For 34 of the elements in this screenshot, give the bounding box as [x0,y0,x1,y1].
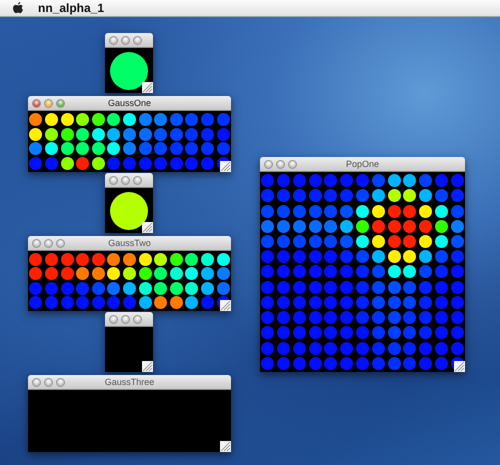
close-button[interactable] [109,314,118,324]
resize-grip-icon[interactable] [454,361,465,372]
minimize-button[interactable] [44,238,53,248]
apple-logo-icon[interactable] [12,1,24,15]
minimize-button[interactable] [44,98,53,108]
minimize-button[interactable] [121,36,130,44]
close-button[interactable] [32,98,41,108]
window-title: PopOne [346,159,380,169]
resize-grip-icon[interactable] [142,222,153,233]
close-button[interactable] [32,378,41,386]
app-name-menu[interactable]: nn_alpha_1 [38,1,104,15]
close-button[interactable] [109,36,118,44]
resize-grip-icon[interactable] [142,82,153,93]
minimize-button[interactable] [44,378,53,386]
window-title: GaussOne [108,98,152,108]
resize-grip-icon[interactable] [220,161,231,172]
close-button[interactable] [32,238,41,248]
zoom-button[interactable] [288,160,297,168]
window-title: GaussThree [104,377,154,387]
zoom-button[interactable] [133,314,142,324]
zoom-button[interactable] [133,36,142,44]
close-button[interactable] [109,176,118,184]
window-title: GaussTwo [108,238,151,248]
zoom-button[interactable] [56,378,65,386]
zoom-button[interactable] [56,98,65,108]
zoom-button[interactable] [56,238,65,248]
close-button[interactable] [264,160,273,168]
minimize-button[interactable] [121,176,130,184]
resize-grip-icon[interactable] [220,300,231,311]
zoom-button[interactable] [133,176,142,184]
minimize-button[interactable] [121,314,130,324]
minimize-button[interactable] [276,160,285,168]
resize-grip-icon[interactable] [220,441,231,452]
resize-grip-icon[interactable] [142,361,153,372]
